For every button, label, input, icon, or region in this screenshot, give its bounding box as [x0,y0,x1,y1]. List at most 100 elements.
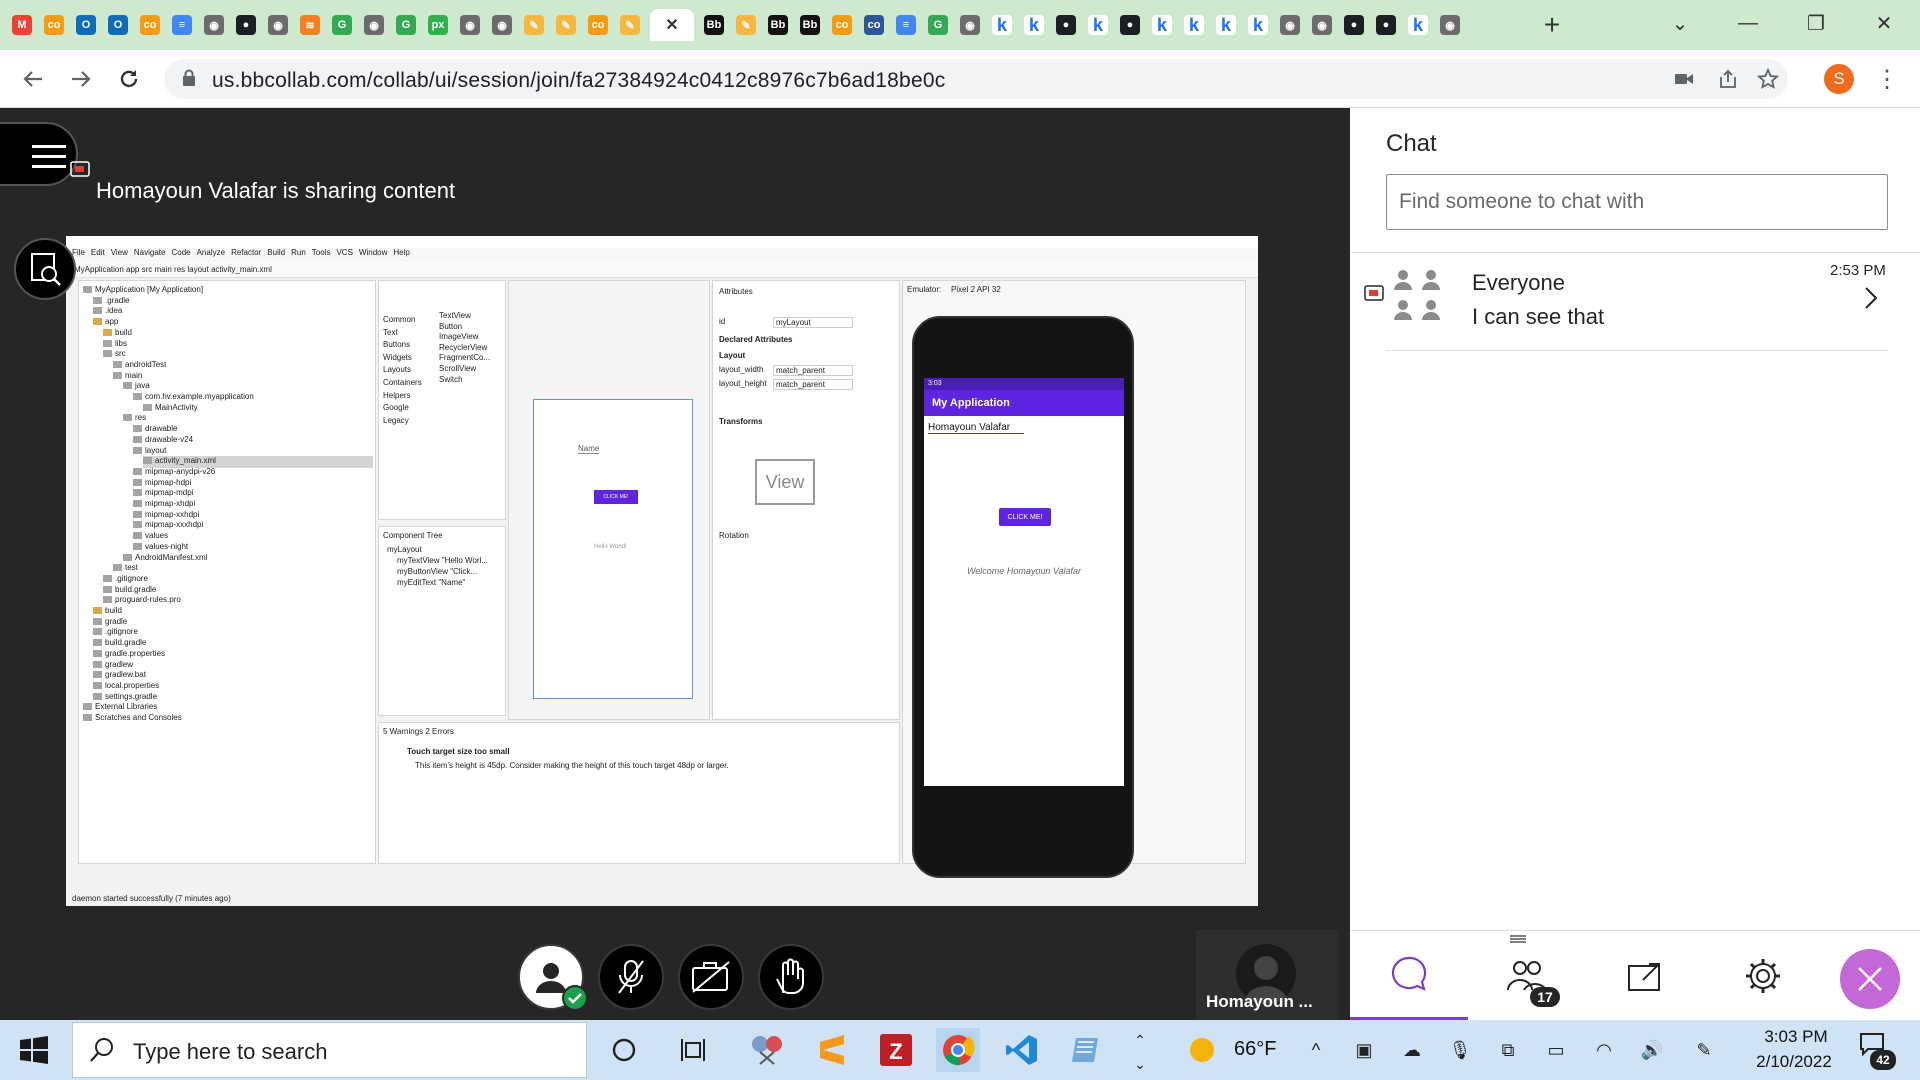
browser-tab[interactable]: ◉ [486,9,518,41]
minimize-button[interactable]: — [1728,8,1768,38]
snipping-tool-icon[interactable] [746,1028,790,1072]
browser-tab[interactable]: ◉ [198,9,230,41]
browser-tab[interactable]: ≡ [890,9,922,41]
browser-tab[interactable]: ≋ [294,9,326,41]
meet-now-icon[interactable]: ▣ [1350,1036,1378,1064]
volume-icon[interactable]: 🔊 [1638,1036,1666,1064]
browser-tab[interactable]: ✎ [730,9,762,41]
weather-sun-icon[interactable] [1188,1036,1216,1064]
browser-tab[interactable]: k [1402,9,1434,41]
new-tab-button[interactable]: + [1536,9,1568,41]
close-icon[interactable]: ✕ [662,15,682,35]
browser-tab[interactable]: G [326,9,358,41]
browser-tab[interactable]: ◉ [1306,9,1338,41]
browser-tab[interactable]: k [1082,9,1114,41]
back-button[interactable] [16,62,50,96]
wifi-icon[interactable]: ◠ [1590,1036,1618,1064]
taskbar-clock-date[interactable]: 2/10/2022 [1744,1052,1844,1072]
taskbar-scroll-down-icon[interactable]: ⌄ [1126,1050,1154,1078]
chrome-icon[interactable] [936,1028,980,1072]
browser-tab[interactable]: ◉ [262,9,294,41]
microphone-button[interactable] [598,944,664,1010]
browser-tab[interactable]: ● [1050,9,1082,41]
profile-avatar[interactable]: S [1824,64,1854,94]
browser-tab[interactable]: ◉ [954,9,986,41]
filezilla-icon[interactable]: Z [874,1028,918,1072]
phone-click-me-button[interactable]: CLICK ME! [999,508,1051,526]
browser-tab[interactable]: co [826,9,858,41]
url-text[interactable]: us.bbcollab.com/collab/ui/session/join/f… [212,69,945,93]
raise-hand-button[interactable] [758,944,824,1010]
browser-tab[interactable]: k [986,9,1018,41]
browser-tab[interactable]: Bb [762,9,794,41]
content-inspect-button[interactable] [14,238,76,300]
show-hidden-icons[interactable]: ^ [1302,1036,1330,1064]
tab-search-chevron-icon[interactable]: ⌄ [1660,8,1700,38]
browser-tab[interactable]: ● [1114,9,1146,41]
browser-tab[interactable]: ◉ [1274,9,1306,41]
sublime-text-icon[interactable] [810,1028,854,1072]
browser-tab[interactable]: ◉ [1434,9,1466,41]
pen-icon[interactable]: ✎ [1690,1036,1718,1064]
camera-blocked-icon[interactable] [1672,67,1696,91]
session-menu-button[interactable] [0,122,78,186]
task-view-icon[interactable] [672,1028,716,1072]
close-panel-button[interactable] [1840,949,1900,1009]
browser-tab[interactable]: ● [1338,9,1370,41]
cortana-icon[interactable] [602,1028,646,1072]
battery-icon[interactable]: ▭ [1542,1036,1570,1064]
display-icon[interactable]: ⧉ [1494,1036,1522,1064]
browser-tab[interactable]: co [134,9,166,41]
restore-button[interactable]: ❐ [1796,8,1836,38]
vscode-icon[interactable] [1000,1028,1044,1072]
reload-button[interactable] [112,62,146,96]
active-tab[interactable]: ✕ [650,9,694,41]
browser-tab[interactable]: M [6,9,38,41]
settings-tab-button[interactable] [1704,931,1822,1021]
windows-start-icon[interactable] [20,1036,48,1064]
bookmark-star-icon[interactable] [1756,67,1780,91]
browser-tab[interactable]: co [858,9,890,41]
browser-tab[interactable]: px [422,9,454,41]
browser-tab[interactable]: Bb [794,9,826,41]
browser-tab[interactable]: k [1146,9,1178,41]
browser-tab[interactable]: co [38,9,70,41]
browser-tab[interactable]: G [390,9,422,41]
share-page-icon[interactable] [1716,67,1740,91]
browser-tab[interactable]: k [1242,9,1274,41]
microphone-tray-icon[interactable]: 🎙 [1446,1036,1474,1064]
camera-button[interactable] [678,944,744,1010]
browser-tab[interactable]: ✎ [614,9,646,41]
browser-tab[interactable]: ✎ [518,9,550,41]
browser-tab[interactable]: G [922,9,954,41]
browser-tab[interactable]: ✎ [550,9,582,41]
phone-name-input[interactable]: Homayoun Valafar [928,422,1024,434]
taskbar-search-box[interactable]: Type here to search [72,1022,587,1078]
attendees-tab-button[interactable] [1468,931,1586,1021]
browser-tab[interactable]: ◉ [454,9,486,41]
browser-tab[interactable]: Bb [698,9,730,41]
close-window-button[interactable]: ✕ [1864,8,1904,38]
browser-tab[interactable]: ● [230,9,262,41]
browser-menu-icon[interactable]: ⋮ [1872,62,1902,96]
notes-app-icon[interactable] [1064,1028,1108,1072]
chat-search-input[interactable] [1386,174,1888,230]
address-bar[interactable]: us.bbcollab.com/collab/ui/session/join/f… [164,59,1788,99]
chat-tab-button[interactable] [1350,931,1468,1021]
browser-tab[interactable]: co [582,9,614,41]
taskbar-clock-time[interactable]: 3:03 PM [1756,1027,1836,1047]
onedrive-icon[interactable]: ☁ [1398,1036,1426,1064]
browser-tab[interactable]: O [102,9,134,41]
chat-conversation-row[interactable]: Everyone I can see that 2:53 PM [1350,254,1920,344]
browser-tab[interactable]: k [1178,9,1210,41]
share-content-tab-button[interactable] [1586,931,1704,1021]
weather-temperature[interactable]: 66°F [1234,1038,1276,1061]
presenter-video-tile[interactable]: Homayoun ... [1196,930,1338,1020]
browser-tab[interactable]: ● [1370,9,1402,41]
browser-tab[interactable]: k [1018,9,1050,41]
browser-tab[interactable]: O [70,9,102,41]
browser-tab[interactable]: ≡ [166,9,198,41]
browser-tab[interactable]: ◉ [358,9,390,41]
forward-button[interactable] [64,62,98,96]
browser-tab[interactable]: k [1210,9,1242,41]
